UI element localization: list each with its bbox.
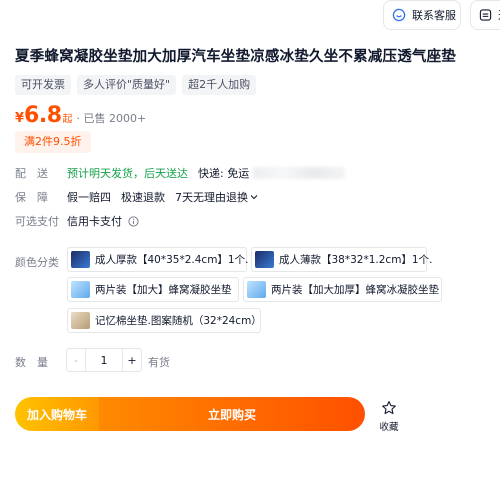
more-icon <box>479 9 492 21</box>
delivery-eta: 预计明天发货，后天送达 <box>67 167 188 180</box>
tag-cart-adds: 超2千人加购 <box>182 75 257 95</box>
headset-icon <box>392 8 406 22</box>
product-title: 夏季蜂窝凝胶坐垫加大加厚汽车坐垫凉感冰垫久坐不累减压透气座垫 <box>15 49 456 65</box>
customer-service-button[interactable]: 联系客服 <box>383 0 461 30</box>
sku-thumbnail <box>71 251 90 268</box>
sold-count: · 已售 2000+ <box>76 112 147 125</box>
payment-value: 信用卡支付 <box>67 215 122 228</box>
sku-thumbnail <box>247 281 266 298</box>
sku-label: 记忆棉坐垫.图案随机（32*24cm） <box>95 315 262 327</box>
guarantee-fast-refund: 极速退款 <box>121 191 165 204</box>
chevron-down-icon <box>250 195 258 200</box>
sku-option-two-pack-large[interactable]: 两片装【加大】蜂窝凝胶坐垫 <box>67 277 239 302</box>
customer-service-label: 联系客服 <box>412 9 456 22</box>
sku-option-adult-thick[interactable]: 成人厚款【40*35*2.4cm】1个. <box>67 247 249 272</box>
more-button[interactable]: 进 <box>470 0 500 30</box>
guarantee-row: 保 障 假一赔四 极速退款 7天无理由退换 <box>15 189 258 205</box>
tag-invoice: 可开发票 <box>15 75 71 95</box>
add-to-cart-button[interactable]: 加入购物车 <box>15 397 99 431</box>
color-label: 颜色分类 <box>15 256 59 269</box>
delivery-row: 配 送 预计明天发货，后天送达 快递: 免运 <box>15 165 346 181</box>
quantity-decrease-button[interactable]: - <box>67 354 85 367</box>
price-amount: 6.8 <box>24 103 62 128</box>
currency-symbol: ¥ <box>15 111 25 126</box>
payment-label: 可选支付 <box>15 215 59 228</box>
favorite-label: 收藏 <box>379 422 399 433</box>
promo-badge[interactable]: 满2件9.5折 <box>15 131 91 153</box>
sku-thumbnail <box>71 281 90 298</box>
stock-status: 有货 <box>148 356 170 369</box>
quantity-input[interactable]: 1 <box>85 349 123 371</box>
guarantee-label: 保 障 <box>15 191 48 204</box>
sku-label: 成人厚款【40*35*2.4cm】1个. <box>95 254 249 266</box>
price-unit: 起 <box>62 114 73 125</box>
sku-label: 两片装【加大】蜂窝凝胶坐垫 <box>95 284 232 296</box>
info-icon[interactable] <box>128 215 139 227</box>
sku-label: 成人薄款【38*32*1.2cm】1个. <box>279 254 433 266</box>
guarantee-7day-label: 7天无理由退换 <box>175 191 248 204</box>
sku-option-memory-foam[interactable]: 记忆棉坐垫.图案随机（32*24cm） <box>67 308 262 333</box>
product-tags: 可开发票 多人评价"质量好" 超2千人加购 <box>15 75 257 95</box>
price: ¥ 6.8 起 · 已售 2000+ <box>15 103 146 128</box>
star-icon <box>382 401 396 415</box>
tag-reviews[interactable]: 多人评价"质量好" <box>77 75 177 95</box>
sku-thumbnail <box>71 312 90 329</box>
sku-option-adult-thin[interactable]: 成人薄款【38*32*1.2cm】1个. <box>251 247 432 272</box>
quantity-stepper: - 1 + <box>66 348 142 372</box>
sku-thumbnail <box>255 251 274 268</box>
quantity-increase-button[interactable]: + <box>123 354 141 367</box>
delivery-label: 配 送 <box>15 167 48 180</box>
blurred-address <box>253 167 346 179</box>
favorite-button[interactable]: 收藏 <box>376 400 402 433</box>
guarantee-fake-compensation: 假一赔四 <box>67 191 111 204</box>
guarantee-7day-return[interactable]: 7天无理由退换 <box>175 189 258 205</box>
payment-row: 可选支付 信用卡支付 <box>15 213 139 229</box>
sku-option-two-pack-thick[interactable]: 两片装【加大加厚】蜂窝冰凝胶坐垫 <box>243 277 442 302</box>
sku-label: 两片装【加大加厚】蜂窝冰凝胶坐垫 <box>271 284 439 296</box>
quantity-label: 数 量 <box>15 356 48 369</box>
buy-now-button[interactable]: 立即购买 <box>99 397 365 431</box>
express-fee: 快递: 免运 <box>198 167 250 180</box>
